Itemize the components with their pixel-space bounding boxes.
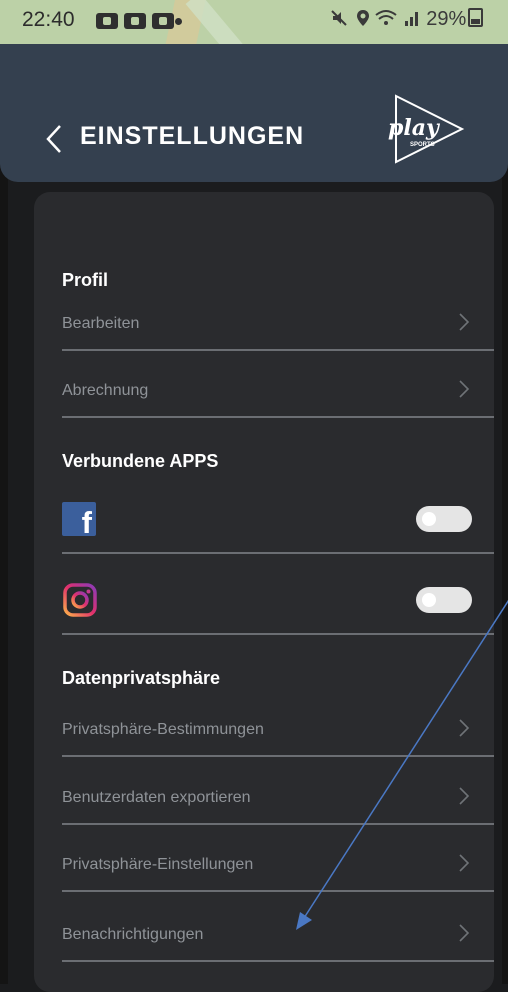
row-billing[interactable]: Abrechnung <box>62 382 148 400</box>
chevron-right-icon[interactable] <box>458 786 470 806</box>
youtube-notification-icon <box>152 13 174 29</box>
divider <box>62 960 494 962</box>
status-bar: 22:40 29% <box>0 0 508 63</box>
instagram-icon <box>63 583 97 617</box>
logo-text: play <box>388 115 441 141</box>
chevron-right-icon[interactable] <box>458 379 470 399</box>
youtube-notification-icon <box>124 13 146 29</box>
divider <box>62 416 494 418</box>
row-export-user-data[interactable]: Benutzerdaten exportieren <box>62 789 251 807</box>
section-title-connected-apps: Verbundene APPS <box>62 451 219 471</box>
chevron-right-icon[interactable] <box>458 718 470 738</box>
status-time: 22:40 <box>22 8 75 31</box>
toggle-knob <box>422 512 436 526</box>
row-edit-profile[interactable]: Bearbeiten <box>62 315 139 333</box>
chevron-right-icon[interactable] <box>458 923 470 943</box>
youtube-notification-icon <box>96 13 118 29</box>
instagram-toggle[interactable] <box>416 587 472 613</box>
divider <box>62 890 494 892</box>
row-privacy-terms[interactable]: Privatsphäre-Bestimmungen <box>62 721 264 739</box>
divider <box>62 349 494 351</box>
logo-subtext: SPORTS <box>410 142 435 148</box>
signal-icon <box>404 12 418 26</box>
divider <box>62 823 494 825</box>
wifi-icon <box>375 10 397 25</box>
system-status: 29% <box>330 8 484 31</box>
page-title: EINSTELLUNGEN <box>80 122 305 150</box>
chevron-right-icon[interactable] <box>458 853 470 873</box>
toggle-knob <box>422 593 436 607</box>
facebook-toggle[interactable] <box>416 506 472 532</box>
section-title-data-privacy: Datenprivatsphäre <box>62 668 221 688</box>
divider <box>62 552 494 554</box>
section-title-profile: Profil <box>62 270 109 290</box>
mute-icon <box>331 10 347 26</box>
battery-percent: 29% <box>426 8 467 30</box>
app-header: EINSTELLUNGEN play SPORTS <box>0 44 508 182</box>
divider <box>62 633 494 635</box>
back-chevron-icon[interactable] <box>44 124 64 154</box>
divider <box>62 755 494 757</box>
chevron-right-icon[interactable] <box>458 312 470 332</box>
location-icon <box>356 10 369 26</box>
row-privacy-settings[interactable]: Privatsphäre-Einstellungen <box>62 856 253 874</box>
row-notifications[interactable]: Benachrichtigungen <box>62 926 203 944</box>
facebook-icon: f <box>62 502 96 538</box>
more-notifications-icon <box>175 18 182 25</box>
play-sports-logo: play SPORTS <box>388 94 465 164</box>
battery-icon <box>468 8 484 27</box>
